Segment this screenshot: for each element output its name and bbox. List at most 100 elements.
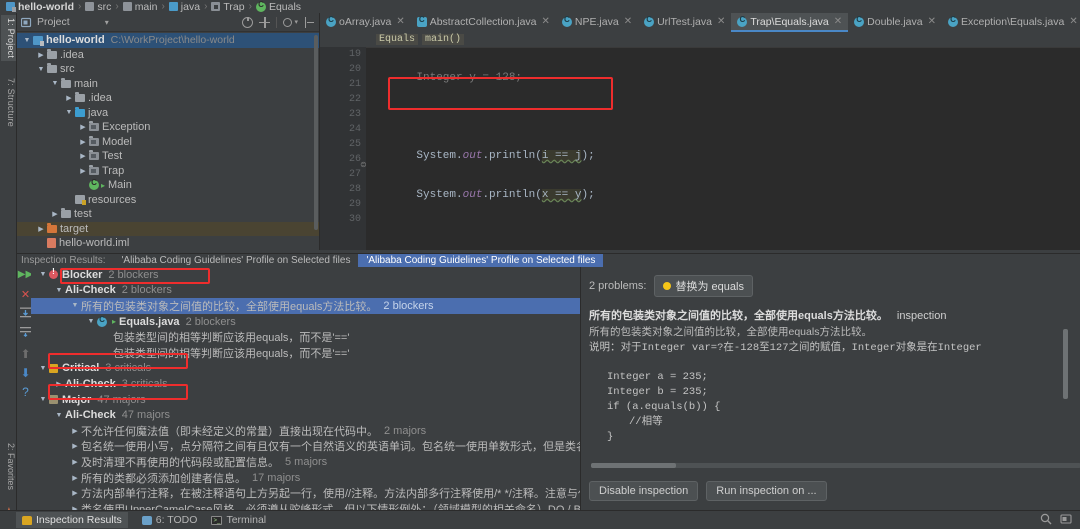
breadcrumb-item-trap[interactable]: Trap	[211, 1, 244, 13]
chevron-down-icon[interactable]: ▼	[37, 396, 49, 403]
chevron-right-icon[interactable]: ▶	[77, 152, 89, 160]
chevron-right-icon[interactable]: ▶	[77, 167, 89, 175]
expand-collapse-icon[interactable]	[259, 17, 270, 28]
project-tree-row[interactable]: ▶Exception	[17, 120, 319, 135]
inspection-tree-row[interactable]: ▼Critical3 criticals	[31, 361, 580, 377]
inspection-tree-row[interactable]: ▼Ali-Check2 blockers	[31, 283, 580, 299]
close-tab-icon[interactable]: ✕	[834, 16, 842, 27]
close-tab-icon[interactable]: ✕	[396, 16, 404, 27]
chevron-right-icon[interactable]: ▶	[77, 123, 89, 131]
chevron-down-icon[interactable]: ▼	[37, 365, 49, 372]
inspection-tree-row[interactable]: ▼Major47 majors	[31, 392, 580, 408]
editor-tab-urltest-java[interactable]: UrlTest.java✕	[638, 13, 731, 32]
project-tree-row[interactable]: ·hello-world.iml	[17, 236, 319, 249]
editor-tab-double-java[interactable]: Double.java✕	[848, 13, 942, 32]
disable-inspection-button[interactable]: Disable inspection	[589, 481, 698, 501]
detail-hscrollbar[interactable]	[591, 463, 1080, 468]
editor-body[interactable]: 192021222324252627282930 Integer y = 128…	[320, 47, 1080, 250]
chevron-right-icon[interactable]: ▶	[35, 225, 47, 233]
chevron-right-icon[interactable]: ▶	[69, 458, 81, 466]
inspection-tree-row[interactable]: ▶包名统一使用小写，点分隔符之间有且仅有一个自然语义的英语单词。包名统一使用单数…	[31, 439, 580, 455]
close-tab-icon[interactable]: ✕	[624, 16, 632, 27]
chevron-down-icon[interactable]: ▼	[37, 271, 49, 278]
breadcrumb-class[interactable]: Equals	[376, 34, 418, 45]
inspection-tree-row[interactable]: ▶不允许任何魔法值（即未经定义的常量）直接出现在代码中。2 majors	[31, 423, 580, 439]
inspection-tree-row[interactable]: ▼Ali-Check47 majors	[31, 407, 580, 423]
chevron-down-icon[interactable]: ▾	[294, 18, 298, 26]
editor-tab-bar[interactable]: oArray.java✕AbstractCollection.java✕NPE.…	[320, 13, 1080, 32]
project-tree[interactable]: ▼hello-worldC:\WorkProject\hello-world▶.…	[17, 32, 319, 249]
breadcrumb-item-hello-world[interactable]: hello-world	[6, 1, 74, 13]
chevron-down-icon[interactable]: ▾	[105, 18, 109, 27]
chevron-down-icon[interactable]: ▼	[85, 318, 97, 325]
quickfix-replace-with-equals-button[interactable]: 替换为 equals	[654, 275, 752, 297]
chevron-right-icon[interactable]: ▶	[69, 442, 81, 450]
event-log-icon[interactable]	[1040, 513, 1052, 528]
editor-tab-trap-equals-java[interactable]: Trap\Equals.java✕	[731, 13, 848, 32]
hide-panel-icon[interactable]	[304, 17, 315, 28]
editor-tab-exception-equals-java[interactable]: Exception\Equals.java✕	[942, 13, 1080, 32]
chevron-right-icon[interactable]: ▶	[53, 380, 65, 388]
inspection-tree-row[interactable]: ▼Blocker2 blockers	[31, 267, 580, 283]
project-tree-row[interactable]: ▶Trap	[17, 164, 319, 179]
chevron-right-icon[interactable]: ▶	[63, 94, 75, 102]
project-tree-row[interactable]: ▼hello-worldC:\WorkProject\hello-world	[17, 33, 319, 48]
project-tree-row[interactable]: ▼java	[17, 106, 319, 121]
close-tab-icon[interactable]: ✕	[1069, 16, 1077, 27]
project-tree-row[interactable]: ▼src	[17, 62, 319, 77]
chevron-right-icon[interactable]: ▶	[35, 51, 47, 59]
project-tree-row[interactable]: ▶.idea	[17, 48, 319, 63]
project-tree-row[interactable]: ·resources	[17, 193, 319, 208]
project-tree-row[interactable]: ▶Test	[17, 149, 319, 164]
status-tab-inspection-results[interactable]: Inspection Results	[16, 512, 128, 528]
editor-code-area[interactable]: Integer y = 128; System.out.println(i ==…	[366, 47, 1080, 250]
editor-tab-abstractcollection-java[interactable]: AbstractCollection.java✕	[411, 13, 556, 32]
detail-vscrollbar[interactable]	[1063, 329, 1068, 399]
inspection-profile-tab-2[interactable]: 'Alibaba Coding Guidelines' Profile on S…	[358, 254, 603, 267]
close-tab-icon[interactable]: ✕	[542, 16, 550, 27]
chevron-down-icon[interactable]: ▼	[69, 302, 81, 309]
chevron-down-icon[interactable]: ▼	[63, 109, 75, 116]
project-tree-row[interactable]: ·▸Main	[17, 178, 319, 193]
inspection-tree-row[interactable]: ▼▸Equals.java2 blockers	[31, 314, 580, 330]
inspection-tree-row[interactable]: ▶Ali-Check3 criticals	[31, 376, 580, 392]
run-inspection-on-button[interactable]: Run inspection on ...	[706, 481, 826, 501]
project-tree-row[interactable]: ▶Model	[17, 135, 319, 150]
chevron-right-icon[interactable]: ▶	[77, 138, 89, 146]
inspection-tree-row[interactable]: ▶及时清理不再使用的代码段或配置信息。5 majors	[31, 454, 580, 470]
chevron-down-icon[interactable]: ▼	[49, 80, 61, 87]
inspection-tree-row[interactable]: ·包装类型间的相等判断应该用equals，而不是'=='	[31, 329, 580, 345]
settings-gear-icon[interactable]	[283, 18, 292, 27]
breadcrumb-item-java[interactable]: java	[169, 1, 200, 13]
breadcrumb-item-equals[interactable]: Equals	[256, 1, 301, 13]
close-tab-icon[interactable]: ✕	[928, 16, 936, 27]
inspection-tree-row[interactable]: ▶所有的类都必须添加创建者信息。17 majors	[31, 470, 580, 486]
memory-indicator-icon[interactable]	[1060, 513, 1072, 528]
status-tab-todo[interactable]: 6: TODO	[142, 514, 198, 526]
chevron-down-icon[interactable]: ▼	[35, 66, 47, 73]
inspection-tree-row[interactable]: ·包装类型间的相等判断应该用equals，而不是'=='	[31, 345, 580, 361]
locate-icon[interactable]	[242, 17, 253, 28]
tool-tab-favorites[interactable]: 2: Favorites	[1, 443, 16, 490]
editor-tab-oarray-java[interactable]: oArray.java✕	[320, 13, 411, 32]
inspection-tree-row[interactable]: ▼所有的包装类对象之间值的比较，全部使用equals方法比较。2 blocker…	[31, 298, 580, 314]
status-tab-terminal[interactable]: >_ Terminal	[211, 514, 266, 526]
chevron-down-icon[interactable]: ▼	[21, 37, 33, 44]
chevron-right-icon[interactable]: ▶	[49, 210, 61, 218]
inspection-tree-row[interactable]: ▶方法内部单行注释，在被注释语句上方另起一行，使用//注释。方法内部多行注释使用…	[31, 485, 580, 501]
project-tree-row[interactable]: ▶target	[17, 222, 319, 237]
chevron-down-icon[interactable]: ▼	[53, 287, 65, 294]
breadcrumb-item-main[interactable]: main	[123, 1, 158, 13]
project-tree-scrollbar[interactable]	[314, 35, 318, 230]
code-fold-marker-icon[interactable]: ⊜	[360, 160, 367, 169]
chevron-right-icon[interactable]: ▶	[69, 474, 81, 482]
chevron-right-icon[interactable]: ▶	[69, 427, 81, 435]
tool-tab-structure[interactable]: 7: Structure	[1, 75, 16, 130]
inspection-results-tree[interactable]: ▼Blocker2 blockers▼Ali-Check2 blockers▼所…	[31, 267, 580, 510]
inspection-tree-row[interactable]: ▶类名使用UpperCamelCase风格，必须遵从驼峰形式，但以下情形例外：（…	[31, 501, 580, 510]
editor-tab-npe-java[interactable]: NPE.java✕	[556, 13, 638, 32]
close-tab-icon[interactable]: ✕	[717, 16, 725, 27]
tool-tab-project[interactable]: 1: Project	[1, 15, 16, 61]
breadcrumb-method[interactable]: main()	[422, 34, 464, 45]
chevron-down-icon[interactable]: ▼	[53, 412, 65, 419]
